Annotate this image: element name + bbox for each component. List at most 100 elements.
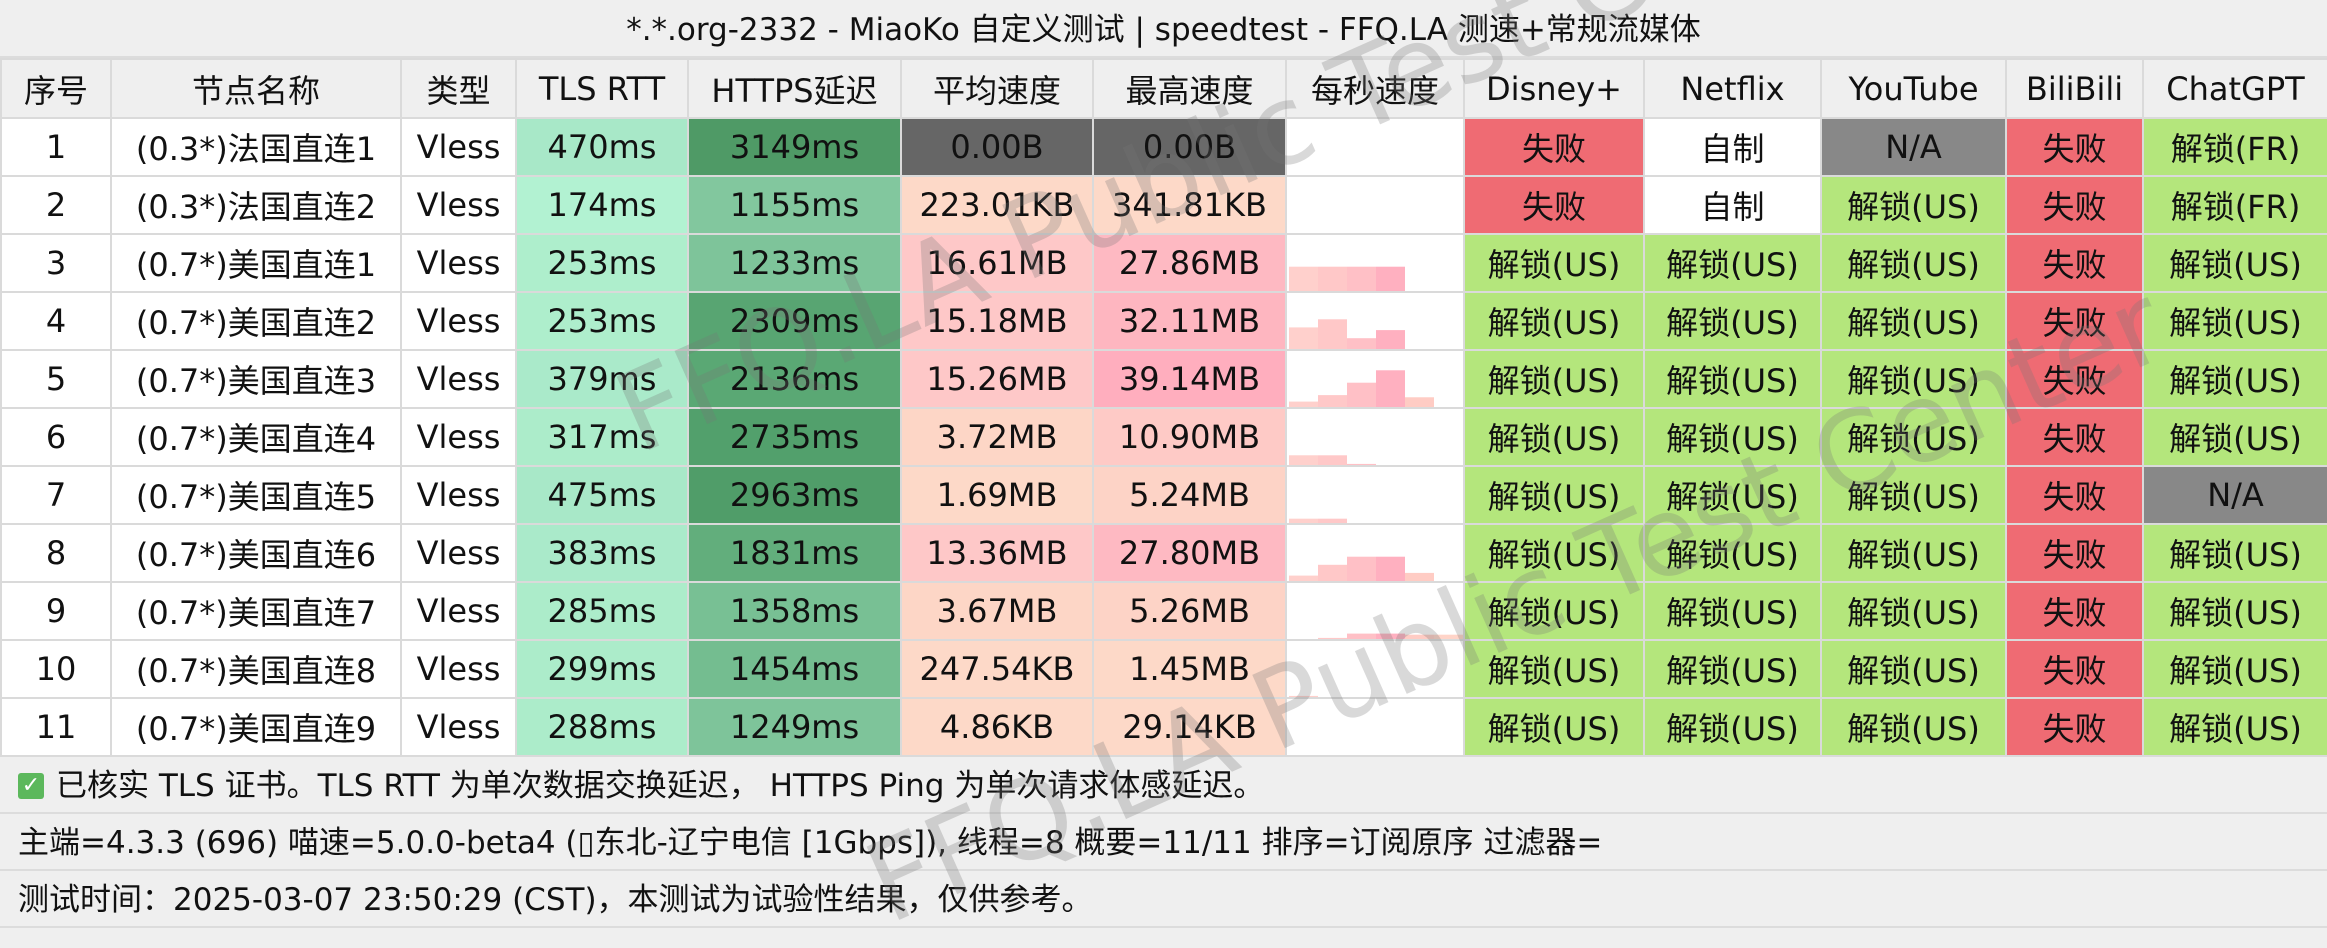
tls-rtt-cell: 288ms xyxy=(515,697,689,757)
col-header-https-delay[interactable]: HTTPS延迟 xyxy=(687,58,902,119)
type-cell: Vless xyxy=(400,349,517,409)
type-cell: Vless xyxy=(400,291,517,351)
youtube-status-cell: 解锁(US) xyxy=(1820,697,2007,757)
footer-tls-text: 已核实 TLS 证书。TLS RTT 为单次数据交换延迟， HTTPS Ping… xyxy=(56,768,1265,804)
table-row[interactable]: 3 (0.7*)美国直连1 Vless 253ms 1233ms 16.61MB 27.86… xyxy=(0,233,2327,293)
per-second-speed-sparkline xyxy=(1285,407,1465,467)
col-header-youtube[interactable]: YouTube xyxy=(1820,58,2007,119)
sparkline-bar xyxy=(1347,463,1376,464)
col-header-index[interactable]: 序号 xyxy=(0,58,112,119)
table-row[interactable]: 1 (0.3*)法国直连1 Vless 470ms 3149ms 0.00B 0.00B 失败… xyxy=(0,117,2327,177)
table-row[interactable]: 9 (0.7*)美国直连7 Vless 285ms 1358ms 3.67MB 5.26MB… xyxy=(0,581,2327,641)
avg-speed-cell: 3.67MB xyxy=(900,581,1094,641)
netflix-status-cell: 解锁(US) xyxy=(1643,465,1822,525)
col-header-type[interactable]: 类型 xyxy=(400,58,517,119)
chatgpt-status-cell: N/A xyxy=(2142,465,2327,525)
https-delay-cell: 1831ms xyxy=(687,523,902,583)
table-row[interactable]: 5 (0.7*)美国直连3 Vless 379ms 2136ms 15.26MB 39.14… xyxy=(0,349,2327,409)
table-row[interactable]: 7 (0.7*)美国直连5 Vless 475ms 2963ms 1.69MB 5.24MB… xyxy=(0,465,2327,525)
sparkline-bar xyxy=(1434,634,1462,638)
tls-rtt-cell: 475ms xyxy=(515,465,689,525)
netflix-status-cell: 自制 xyxy=(1643,117,1822,177)
col-header-disney[interactable]: Disney+ xyxy=(1463,58,1645,119)
col-header-max-speed[interactable]: 最高速度 xyxy=(1092,58,1287,119)
youtube-status-cell: 解锁(US) xyxy=(1820,407,2007,467)
index-cell: 5 xyxy=(0,349,112,409)
bilibili-status-cell: 失败 xyxy=(2005,523,2144,583)
sparkline-bar xyxy=(1289,575,1318,580)
table-row[interactable]: 6 (0.7*)美国直连4 Vless 317ms 2735ms 3.72MB 10.90M… xyxy=(0,407,2327,467)
table-row[interactable]: 4 (0.7*)美国直连2 Vless 253ms 2309ms 15.18MB 32.11… xyxy=(0,291,2327,351)
avg-speed-cell: 3.72MB xyxy=(900,407,1094,467)
chatgpt-status-cell: 解锁(US) xyxy=(2142,233,2327,293)
max-speed-cell: 10.90MB xyxy=(1092,407,1287,467)
node-name-cell: (0.7*)美国直连3 xyxy=(110,349,402,409)
https-delay-cell: 1155ms xyxy=(687,175,902,235)
col-header-tls-rtt[interactable]: TLS RTT xyxy=(515,58,689,119)
sparkline-chart xyxy=(1287,119,1463,175)
chatgpt-status-cell: 解锁(FR) xyxy=(2142,117,2327,177)
avg-speed-cell: 13.36MB xyxy=(900,523,1094,583)
node-name-cell: (0.7*)美国直连2 xyxy=(110,291,402,351)
window-title: *.*.org-2332 - MiaoKo 自定义测试 | speedtest … xyxy=(0,0,2327,58)
max-speed-cell: 0.00B xyxy=(1092,117,1287,177)
type-cell: Vless xyxy=(400,117,517,177)
col-header-per-second-speed[interactable]: 每秒速度 xyxy=(1285,58,1465,119)
bilibili-status-cell: 失败 xyxy=(2005,349,2144,409)
type-cell: Vless xyxy=(400,581,517,641)
avg-speed-cell: 1.69MB xyxy=(900,465,1094,525)
per-second-speed-sparkline xyxy=(1285,697,1465,757)
per-second-speed-sparkline xyxy=(1285,233,1465,293)
per-second-speed-sparkline xyxy=(1285,465,1465,525)
chatgpt-status-cell: 解锁(US) xyxy=(2142,639,2327,699)
netflix-status-cell: 解锁(US) xyxy=(1643,697,1822,757)
tls-rtt-cell: 174ms xyxy=(515,175,689,235)
col-header-chatgpt[interactable]: ChatGPT xyxy=(2142,58,2327,119)
table-row[interactable]: 11 (0.7*)美国直连9 Vless 288ms 1249ms 4.86KB 29.14… xyxy=(0,697,2327,757)
chatgpt-status-cell: 解锁(US) xyxy=(2142,407,2327,467)
netflix-status-cell: 解锁(US) xyxy=(1643,407,1822,467)
max-speed-cell: 1.45MB xyxy=(1092,639,1287,699)
chatgpt-status-cell: 解锁(US) xyxy=(2142,581,2327,641)
sparkline-bar xyxy=(1347,382,1376,406)
avg-speed-cell: 247.54KB xyxy=(900,639,1094,699)
sparkline-bar xyxy=(1405,397,1434,406)
index-cell: 4 xyxy=(0,291,112,351)
youtube-status-cell: 解锁(US) xyxy=(1820,639,2007,699)
index-cell: 7 xyxy=(0,465,112,525)
youtube-status-cell: 解锁(US) xyxy=(1820,175,2007,235)
avg-speed-cell: 4.86KB xyxy=(900,697,1094,757)
tls-rtt-cell: 379ms xyxy=(515,349,689,409)
max-speed-cell: 32.11MB xyxy=(1092,291,1287,351)
sparkline-bar xyxy=(1318,637,1347,638)
youtube-status-cell: 解锁(US) xyxy=(1820,465,2007,525)
node-name-cell: (0.7*)美国直连6 xyxy=(110,523,402,583)
node-name-cell: (0.7*)美国直连5 xyxy=(110,465,402,525)
col-header-bilibili[interactable]: BiliBili xyxy=(2005,58,2144,119)
type-cell: Vless xyxy=(400,233,517,293)
table-row[interactable]: 10 (0.7*)美国直连8 Vless 299ms 1454ms 247.54KB 1.4… xyxy=(0,639,2327,699)
node-name-cell: (0.7*)美国直连7 xyxy=(110,581,402,641)
avg-speed-cell: 0.00B xyxy=(900,117,1094,177)
https-delay-cell: 1454ms xyxy=(687,639,902,699)
per-second-speed-sparkline xyxy=(1285,175,1465,235)
node-name-cell: (0.7*)美国直连1 xyxy=(110,233,402,293)
col-header-node-name[interactable]: 节点名称 xyxy=(110,58,402,119)
col-header-avg-speed[interactable]: 平均速度 xyxy=(900,58,1094,119)
node-name-cell: (0.7*)美国直连4 xyxy=(110,407,402,467)
per-second-speed-sparkline xyxy=(1285,581,1465,641)
sparkline-bar xyxy=(1405,634,1434,638)
chatgpt-status-cell: 解锁(US) xyxy=(2142,291,2327,351)
disney-status-cell: 解锁(US) xyxy=(1463,581,1645,641)
index-cell: 11 xyxy=(0,697,112,757)
index-cell: 6 xyxy=(0,407,112,467)
col-header-netflix[interactable]: Netflix xyxy=(1643,58,1822,119)
tls-rtt-cell: 253ms xyxy=(515,233,689,293)
table-row[interactable]: 2 (0.3*)法国直连2 Vless 174ms 1155ms 223.01KB 341.… xyxy=(0,175,2327,235)
sparkline-chart xyxy=(1289,556,1434,580)
table-row[interactable]: 8 (0.7*)美国直连6 Vless 383ms 1831ms 13.36MB 27.80… xyxy=(0,523,2327,583)
sparkline-bar xyxy=(1347,633,1376,638)
tls-rtt-cell: 317ms xyxy=(515,407,689,467)
sparkline-chart xyxy=(1289,695,1318,696)
disney-status-cell: 解锁(US) xyxy=(1463,639,1645,699)
